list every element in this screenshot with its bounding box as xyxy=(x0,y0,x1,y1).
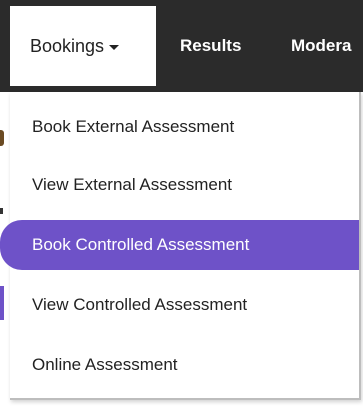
background-fragment xyxy=(0,130,4,146)
screenshot-frame: Bookings Results Modera Book External As… xyxy=(0,0,363,414)
background-fragment xyxy=(0,286,4,320)
bookings-dropdown-menu: Book External Assessment View External A… xyxy=(0,92,361,400)
top-navbar: Bookings Results Modera xyxy=(0,0,363,92)
nav-bookings-label: Bookings xyxy=(30,35,105,56)
caret-down-icon xyxy=(109,44,120,50)
nav-bookings[interactable]: Bookings xyxy=(10,6,156,86)
menu-item-book-external-assessment[interactable]: Book External Assessment xyxy=(10,102,359,152)
menu-item-view-controlled-assessment[interactable]: View Controlled Assessment xyxy=(10,280,359,330)
menu-item-book-controlled-assessment[interactable]: Book Controlled Assessment xyxy=(0,220,359,270)
background-fragment xyxy=(0,208,3,214)
nav-moderation[interactable]: Modera xyxy=(291,6,351,86)
menu-item-online-assessment[interactable]: Online Assessment xyxy=(10,340,359,390)
nav-results[interactable]: Results xyxy=(180,6,241,86)
menu-item-view-external-assessment[interactable]: View External Assessment xyxy=(10,160,359,210)
